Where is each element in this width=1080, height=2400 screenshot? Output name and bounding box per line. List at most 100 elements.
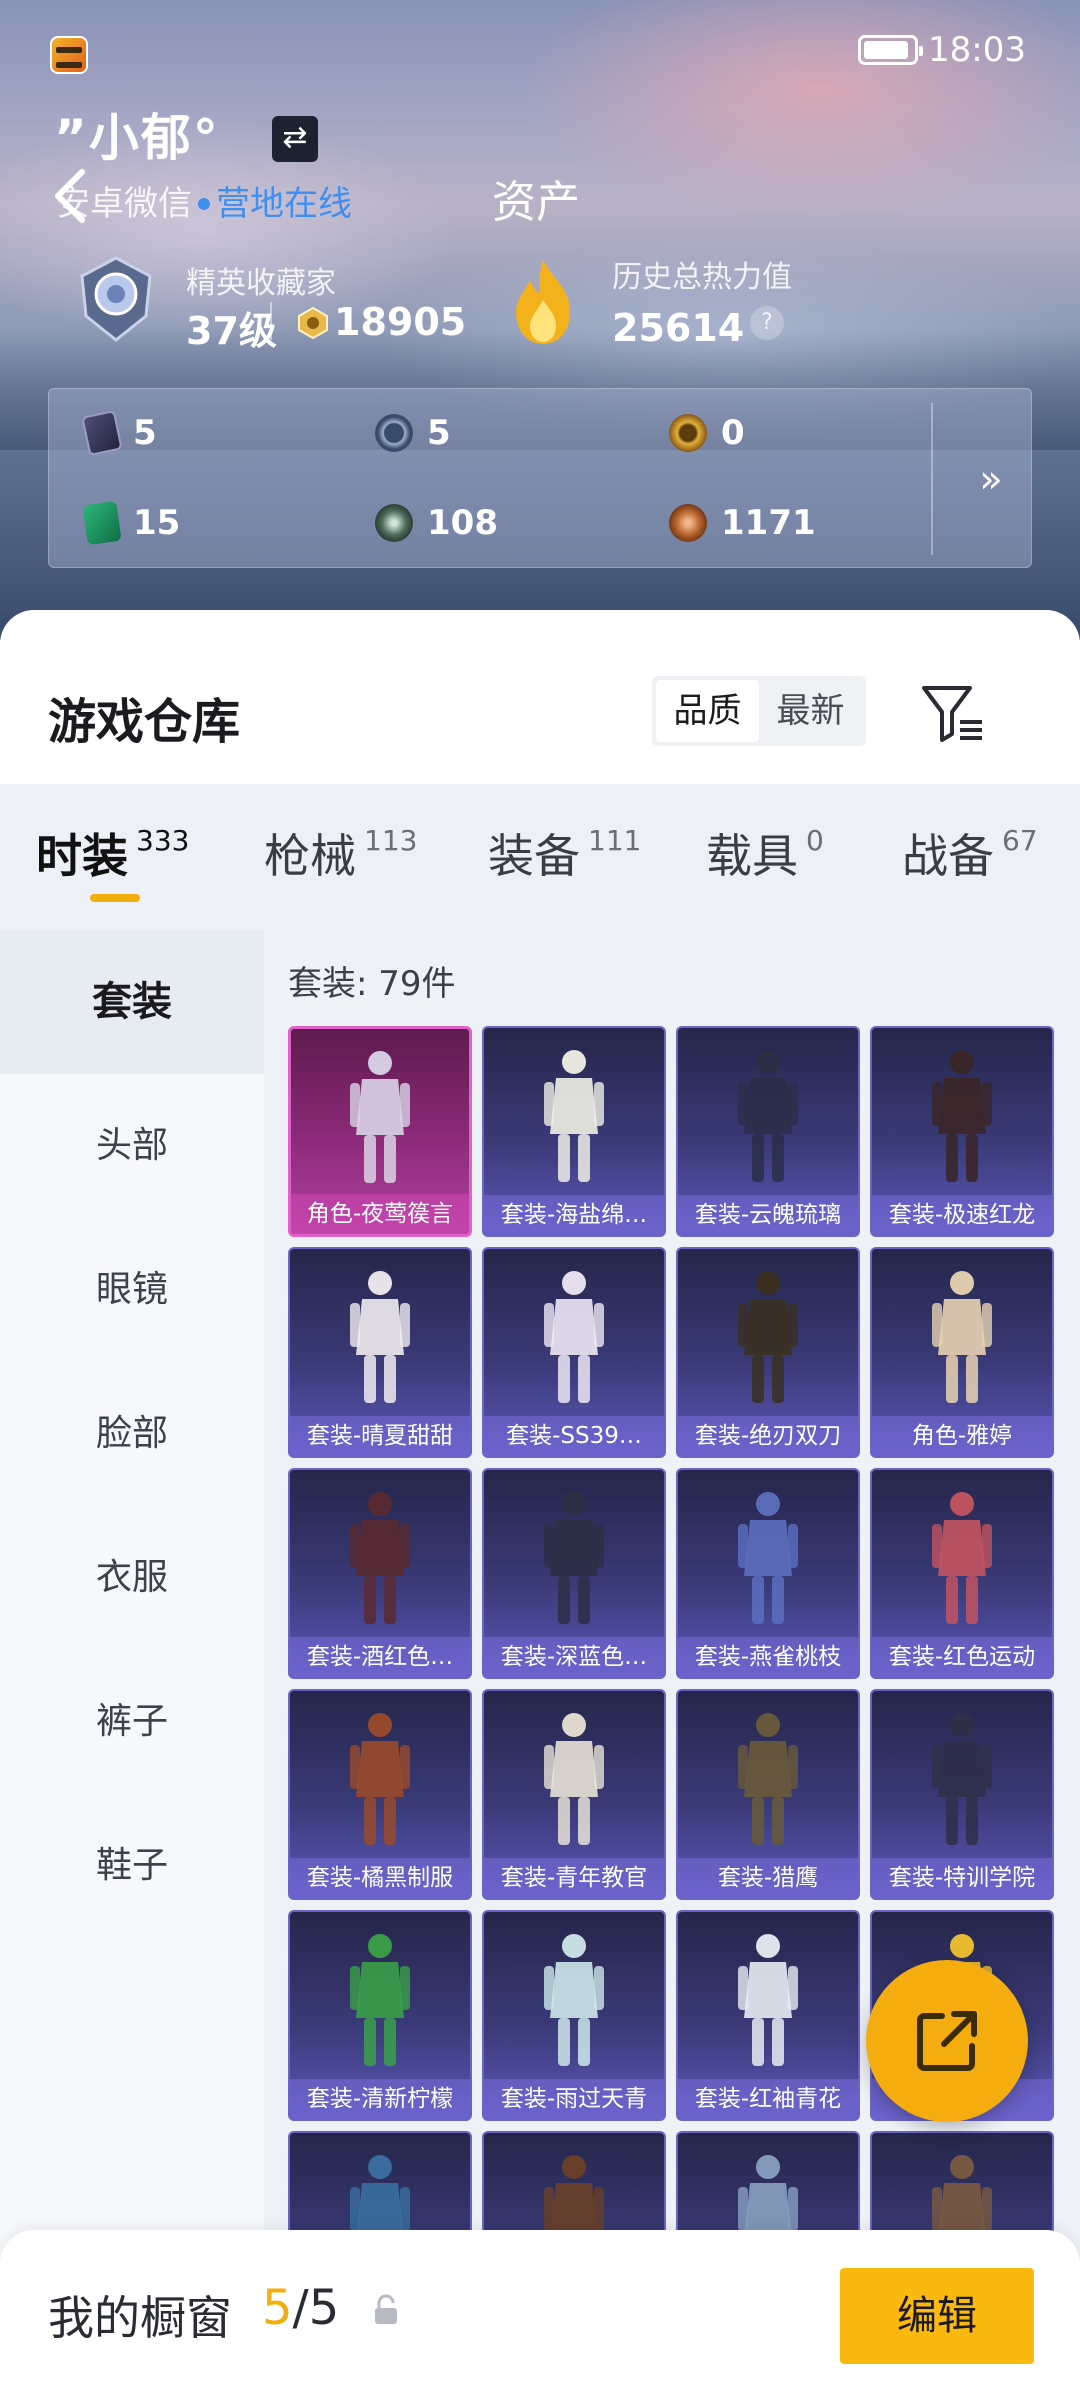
item-name: 套装-特训学院 (872, 1858, 1052, 1898)
account-subline: 安卓微信 营地在线 (56, 176, 352, 225)
tab-label: 载具 (706, 829, 798, 883)
item-card[interactable]: 套装-晴夏甜甜 (288, 1247, 472, 1458)
item-grid-area: 套装: 79件 角色-夜莺篌言 套装-海盐绵… 套装-云魄琉璃 套装-极速红龙套装-晴… (264, 930, 1080, 2400)
back-button[interactable] (46, 166, 96, 226)
item-name: 套装-雨过天青 (484, 2079, 664, 2119)
page-title: 资产 (492, 177, 580, 228)
item-name: 套装-云魄琉璃 (678, 1195, 858, 1235)
item-card[interactable]: 套装-雨过天青 (482, 1910, 666, 2121)
profile-header: 18:03 ˮ小郁° ⇄ 安卓微信 营地在线 资产 精英收藏家 37级 18905… (0, 0, 1080, 640)
stat-item[interactable]: 108 (375, 503, 498, 543)
sort-quality-button[interactable]: 品质 (656, 680, 759, 742)
item-card[interactable]: 套装-清新柠檬 (288, 1910, 472, 2121)
item-name: 套装-海盐绵… (484, 1195, 664, 1235)
showcase-label: 我的橱窗 (48, 2291, 232, 2345)
sidebar-item-glasses[interactable]: 眼镜 (0, 1218, 264, 1362)
stat-value: 5 (133, 413, 157, 453)
stat-item[interactable]: 5 (81, 409, 157, 457)
tab-vehicles[interactable]: 载具 0 (706, 820, 824, 886)
sidebar-item-pants[interactable]: 裤子 (0, 1650, 264, 1794)
sidebar-item-clothes[interactable]: 衣服 (0, 1506, 264, 1650)
lock-icon (375, 2294, 397, 2324)
item-card[interactable]: 套装-特训学院 (870, 1689, 1054, 1900)
outfit-figure-icon (544, 1934, 604, 2066)
bronze-coin-icon (669, 504, 707, 542)
tab-equipment[interactable]: 装备 111 (488, 820, 641, 886)
outfit-figure-icon (350, 1713, 410, 1845)
sidebar-item-suits[interactable]: 套装 (0, 930, 264, 1074)
expand-stats-icon[interactable]: » (961, 449, 1021, 509)
stat-item[interactable]: 1171 (669, 503, 816, 543)
item-card[interactable]: 角色-夜莺篌言 (288, 1026, 472, 1237)
filter-icon[interactable] (920, 682, 986, 744)
item-card[interactable]: 套装-猎鹰 (676, 1689, 860, 1900)
game-app-icon (50, 36, 88, 74)
outfit-figure-icon (932, 1492, 992, 1624)
item-card[interactable]: 套装-深蓝色… (482, 1468, 666, 1679)
showcase-count: 5/5 (262, 2280, 339, 2336)
username: ˮ小郁° (54, 109, 220, 167)
showcase-total: /5 (292, 2280, 340, 2336)
tab-combat-prep[interactable]: 战备 67 (902, 820, 1038, 886)
item-count-label: 套装: 79件 (288, 964, 456, 1004)
stat-value: 15 (133, 503, 181, 543)
gold-medal-icon (669, 414, 707, 452)
tab-count: 113 (364, 824, 418, 857)
sidebar-item-shoes[interactable]: 鞋子 (0, 1794, 264, 1938)
item-name: 角色-雅婷 (872, 1416, 1052, 1456)
item-card[interactable]: 套装-燕雀桃枝 (676, 1468, 860, 1679)
outfit-figure-icon (932, 1271, 992, 1403)
edit-button[interactable]: 编辑 (840, 2268, 1034, 2364)
stat-item[interactable]: 5 (375, 413, 451, 453)
item-card[interactable]: 套装-红袖青花 (676, 1910, 860, 2121)
stat-value: 5 (427, 413, 451, 453)
item-card[interactable]: 套装-海盐绵… (482, 1026, 666, 1237)
share-button[interactable] (866, 1960, 1028, 2122)
sort-toggle: 品质 最新 (652, 676, 866, 746)
rank-title: 精英收藏家 (186, 266, 336, 301)
item-card[interactable]: 套装-绝刃双刀 (676, 1247, 860, 1458)
tab-count: 0 (806, 824, 824, 857)
item-card[interactable]: 套装-极速红龙 (870, 1026, 1054, 1237)
collection-point-icon (298, 306, 328, 340)
item-card[interactable]: 套装-青年教官 (482, 1689, 666, 1900)
item-card[interactable]: 套装-SS39… (482, 1247, 666, 1458)
stat-item[interactable]: 0 (669, 413, 745, 453)
chevron-left-icon (55, 169, 85, 223)
online-dot-icon (198, 197, 210, 210)
rank-level: 37级 (186, 309, 277, 353)
share-external-icon (917, 2011, 977, 2071)
green-ticket-icon (82, 500, 122, 546)
sidebar-item-face[interactable]: 脸部 (0, 1362, 264, 1506)
item-card[interactable]: 套装-酒红色… (288, 1468, 472, 1679)
tab-weapons[interactable]: 枪械 113 (264, 820, 417, 886)
item-name: 套装-SS39… (484, 1416, 664, 1456)
item-name: 套装-极速红龙 (872, 1195, 1052, 1235)
switch-account-icon[interactable]: ⇄ (272, 116, 318, 162)
sort-newest-button[interactable]: 最新 (759, 680, 862, 742)
item-card[interactable]: 套装-橘黑制服 (288, 1689, 472, 1900)
stat-value: 1171 (721, 503, 816, 543)
item-name: 套装-红袖青花 (678, 2079, 858, 2119)
tab-fashion[interactable]: 时装 333 (36, 820, 189, 886)
sidebar-item-head[interactable]: 头部 (0, 1074, 264, 1218)
asset-stats-panel: 5 5 0 15 108 1171 » (48, 388, 1032, 568)
stat-item[interactable]: 15 (82, 500, 181, 546)
item-card[interactable]: 套装-云魄琉璃 (676, 1026, 860, 1237)
rank-points: 18905 (334, 300, 467, 344)
warehouse-sheet: 游戏仓库 品质 最新 时装 333 枪械 113 装备 111 载具 0 战备 67 套装… (0, 610, 1080, 2400)
battery-icon (858, 35, 924, 65)
camp-online-status: 营地在线 (216, 184, 352, 224)
item-name: 套装-晴夏甜甜 (290, 1416, 470, 1456)
flame-icon (516, 260, 570, 344)
silver-ring-icon (375, 414, 413, 452)
green-orb-icon (375, 504, 413, 542)
item-name: 套装-红色运动 (872, 1637, 1052, 1677)
help-icon[interactable]: ? (750, 306, 784, 340)
item-card[interactable]: 套装-红色运动 (870, 1468, 1054, 1679)
heat-label: 历史总热力值 (612, 260, 792, 295)
showcase-current: 5 (262, 2280, 293, 2336)
item-card[interactable]: 角色-雅婷 (870, 1247, 1054, 1458)
item-name: 套装-猎鹰 (678, 1858, 858, 1898)
outfit-figure-icon (738, 1492, 798, 1624)
